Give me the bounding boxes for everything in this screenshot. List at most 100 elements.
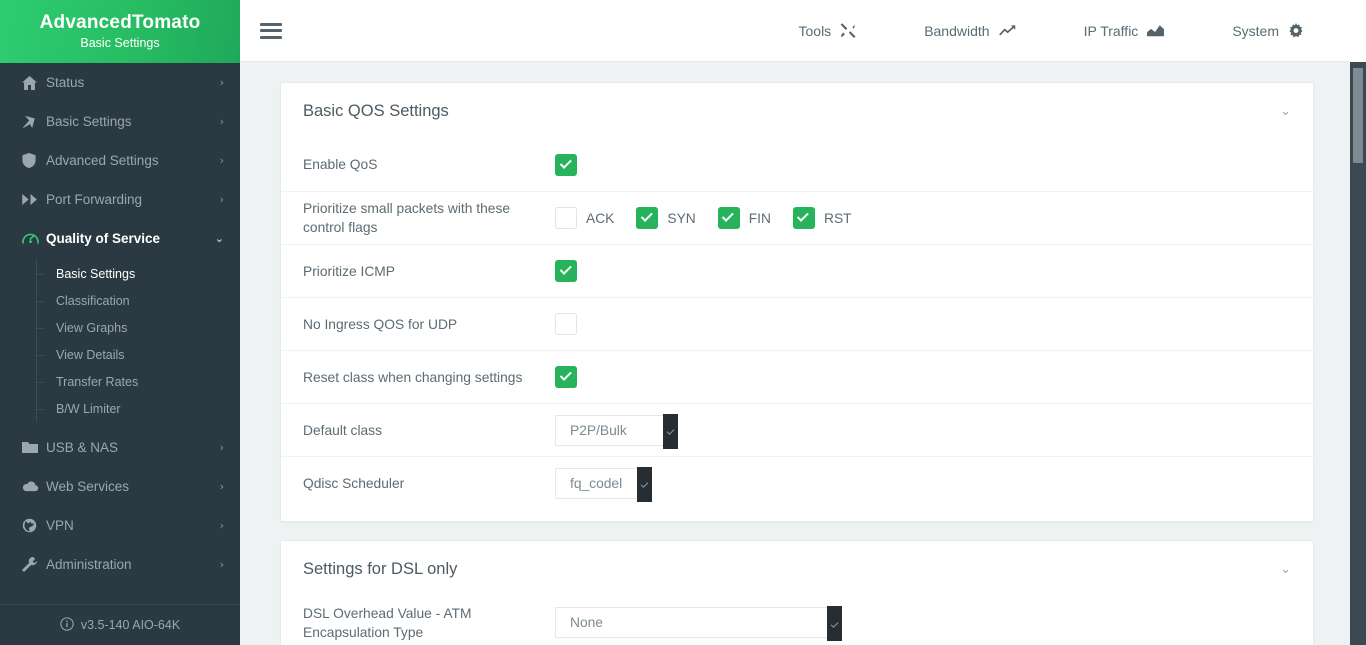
shield-icon bbox=[22, 153, 46, 168]
sidebar-item-usb-nas[interactable]: USB & NAS › bbox=[0, 428, 240, 467]
dsl-overhead-select[interactable]: None bbox=[555, 606, 842, 641]
sidebar-subitem-view-graphs[interactable]: View Graphs bbox=[0, 314, 240, 341]
row-label: No Ingress QOS for UDP bbox=[303, 316, 458, 332]
panel-header[interactable]: Basic QOS Settings ⌄ bbox=[281, 83, 1313, 138]
row-field bbox=[555, 366, 1291, 388]
sidebar-item-label: Status bbox=[46, 75, 85, 90]
no-ingress-qos-udp-checkbox[interactable] bbox=[555, 313, 577, 335]
brand-header[interactable]: AdvancedTomato Basic Settings bbox=[0, 0, 240, 63]
sidebar-item-port-forwarding[interactable]: Port Forwarding › bbox=[0, 180, 240, 219]
sidebar-item-administration[interactable]: Administration › bbox=[0, 545, 240, 584]
row-qdisc-scheduler: Qdisc Scheduler fq_codel bbox=[281, 456, 1313, 509]
row-field bbox=[555, 153, 1291, 176]
flag-label: RST bbox=[823, 210, 852, 226]
sidebar-item-quality-of-service[interactable]: Quality of Service ⌄ bbox=[0, 219, 240, 258]
panel-title: Basic QOS Settings bbox=[303, 102, 449, 120]
sidebar-item-label: Administration bbox=[46, 557, 132, 572]
fast-forward-icon bbox=[22, 194, 46, 205]
topnav-label: IP Traffic bbox=[1083, 22, 1139, 39]
flag-fin: FIN bbox=[717, 207, 771, 229]
topnav-label: Bandwidth bbox=[924, 22, 990, 39]
speedometer-icon bbox=[22, 231, 46, 246]
control-flags-group: ACK SYN FIN RST bbox=[555, 207, 874, 229]
scrollbar-thumb[interactable] bbox=[1353, 68, 1363, 163]
row-field: fq_codel bbox=[555, 466, 1291, 502]
row-enable-qos: Enable QoS bbox=[281, 138, 1313, 191]
brand-title: AdvancedTomato bbox=[39, 11, 201, 33]
sidebar-subitem-classification[interactable]: Classification bbox=[0, 287, 240, 314]
reset-class-checkbox[interactable] bbox=[555, 366, 577, 388]
select-value: P2P/Bulk bbox=[570, 422, 627, 438]
chevron-right-icon: › bbox=[219, 558, 224, 571]
sidebar-subitem-label: Basic Settings bbox=[56, 266, 136, 281]
fin-checkbox[interactable] bbox=[717, 207, 740, 229]
default-class-select[interactable]: P2P/Bulk bbox=[555, 413, 678, 449]
ack-checkbox[interactable] bbox=[555, 207, 577, 229]
line-chart-icon bbox=[998, 24, 1016, 38]
enable-qos-checkbox[interactable] bbox=[555, 153, 577, 176]
syn-checkbox[interactable] bbox=[636, 207, 659, 229]
topnav-item-tools[interactable]: Tools bbox=[765, 23, 891, 39]
sidebar-subitem-basic-settings[interactable]: Basic Settings bbox=[0, 260, 240, 287]
chevron-down-icon[interactable]: ⌄ bbox=[1280, 562, 1291, 577]
flag-rst: RST bbox=[792, 207, 852, 229]
sidebar-subitem-bw-limiter[interactable]: B/W Limiter bbox=[0, 395, 240, 422]
row-field: ACK SYN FIN RST bbox=[555, 207, 1291, 229]
topnav-item-system[interactable]: System bbox=[1198, 22, 1338, 39]
chevron-right-icon: › bbox=[219, 519, 224, 532]
row-field: None bbox=[555, 606, 1291, 641]
topnav-item-ip-traffic[interactable]: IP Traffic bbox=[1050, 23, 1199, 39]
folder-icon bbox=[22, 441, 46, 454]
flag-label: FIN bbox=[748, 210, 771, 226]
sidebar-item-label: USB & NAS bbox=[46, 440, 119, 455]
sidebar-item-label: Port Forwarding bbox=[46, 192, 143, 207]
chevron-right-icon: › bbox=[219, 76, 224, 89]
content-scroll-area[interactable]: Basic QOS Settings ⌄ Enable QoS Prioriti… bbox=[240, 62, 1366, 645]
prioritize-icmp-checkbox[interactable] bbox=[555, 260, 577, 282]
sidebar-item-basic-settings[interactable]: Basic Settings › bbox=[0, 102, 240, 141]
topbar: Tools Bandwidth IP Traffic System bbox=[240, 0, 1366, 62]
top-navigation: Tools Bandwidth IP Traffic System bbox=[765, 22, 1339, 39]
hamburger-icon[interactable] bbox=[260, 22, 282, 39]
chevron-right-icon: › bbox=[219, 441, 224, 454]
sidebar-item-web-services[interactable]: Web Services › bbox=[0, 467, 240, 506]
topnav-item-bandwidth[interactable]: Bandwidth bbox=[890, 23, 1049, 39]
cloud-icon bbox=[22, 481, 46, 492]
wrench-arrow-icon bbox=[22, 115, 46, 129]
vertical-scrollbar[interactable] bbox=[1350, 62, 1366, 645]
panel-title: Settings for DSL only bbox=[303, 560, 458, 578]
row-default-class: Default class P2P/Bulk bbox=[281, 403, 1313, 456]
rst-checkbox[interactable] bbox=[792, 207, 815, 229]
globe-icon bbox=[22, 518, 46, 533]
sidebar-subitem-transfer-rates[interactable]: Transfer Rates bbox=[0, 368, 240, 395]
sidebar-subitem-label: View Graphs bbox=[56, 320, 128, 335]
sidebar-item-vpn[interactable]: VPN › bbox=[0, 506, 240, 545]
sidebar-nav: Status › Basic Settings › Advanced Setti… bbox=[0, 63, 240, 584]
qdisc-scheduler-select[interactable]: fq_codel bbox=[555, 466, 652, 502]
row-no-ingress-qos-udp: No Ingress QOS for UDP bbox=[281, 297, 1313, 350]
row-label: Enable QoS bbox=[303, 157, 378, 172]
row-label: Prioritize small packets with these cont… bbox=[303, 201, 511, 235]
row-field: P2P/Bulk bbox=[555, 413, 1291, 449]
chevron-down-icon[interactable] bbox=[637, 466, 652, 502]
sidebar-item-label: Basic Settings bbox=[46, 114, 132, 129]
sidebar: AdvancedTomato Basic Settings Status › B… bbox=[0, 0, 240, 645]
topnav-label: System bbox=[1232, 22, 1279, 39]
info-icon bbox=[60, 616, 74, 634]
row-field bbox=[555, 313, 1291, 335]
sidebar-item-label: Advanced Settings bbox=[46, 153, 159, 168]
sidebar-item-advanced-settings[interactable]: Advanced Settings › bbox=[0, 141, 240, 180]
row-field bbox=[555, 260, 1291, 282]
chevron-down-icon[interactable] bbox=[663, 413, 678, 449]
row-label: Prioritize ICMP bbox=[303, 263, 395, 279]
chevron-down-icon[interactable]: ⌄ bbox=[1280, 104, 1291, 119]
chevron-down-icon[interactable] bbox=[827, 606, 842, 641]
sidebar-subitem-view-details[interactable]: View Details bbox=[0, 341, 240, 368]
row-label: DSL Overhead Value - ATM Encapsulation T… bbox=[303, 605, 472, 640]
sidebar-item-status[interactable]: Status › bbox=[0, 63, 240, 102]
chevron-right-icon: › bbox=[219, 480, 224, 493]
chevron-right-icon: › bbox=[219, 154, 224, 167]
row-prioritize-icmp: Prioritize ICMP bbox=[281, 244, 1313, 297]
panel-body: Enable QoS Prioritize small packets with… bbox=[281, 138, 1313, 521]
panel-header[interactable]: Settings for DSL only ⌄ bbox=[281, 541, 1313, 596]
